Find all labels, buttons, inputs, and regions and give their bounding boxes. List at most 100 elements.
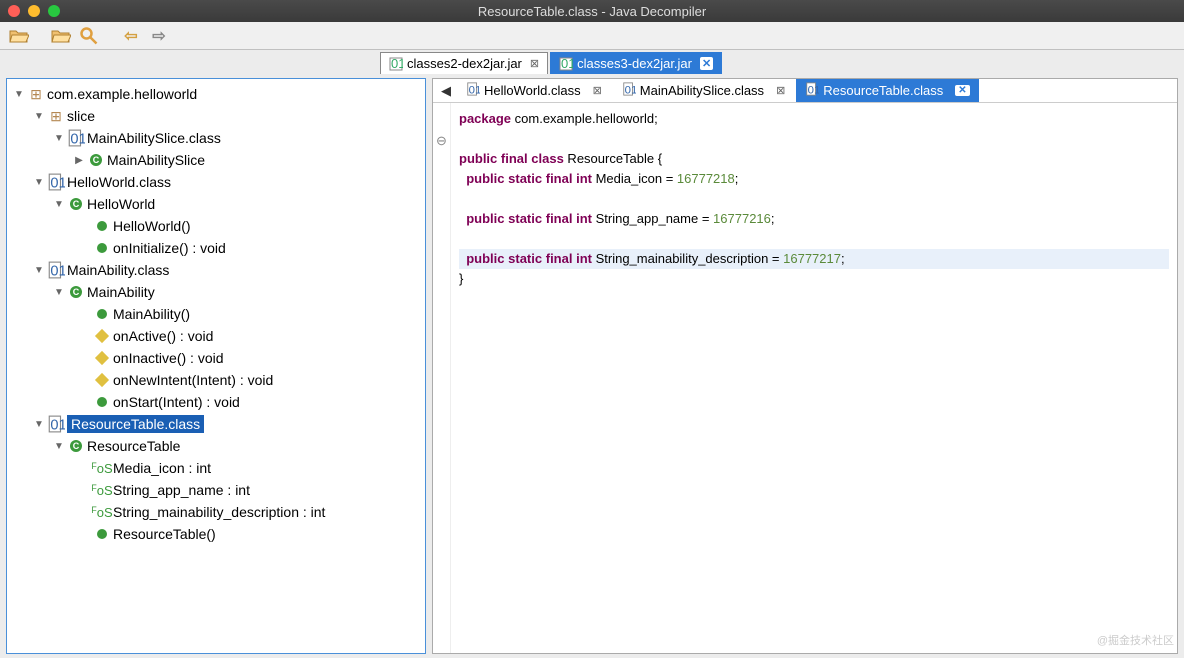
jar-tab-label: classes2-dex2jar.jar bbox=[407, 56, 522, 71]
code-line bbox=[459, 229, 1169, 249]
search-icon bbox=[79, 26, 99, 46]
class-file-icon: 010 bbox=[67, 129, 85, 147]
jar-icon: 010 bbox=[559, 57, 573, 71]
window-title: ResourceTable.class - Java Decompiler bbox=[0, 4, 1184, 19]
svg-text:010: 010 bbox=[391, 57, 403, 71]
constructor-icon bbox=[93, 309, 111, 319]
code-line-highlighted: public static final int String_mainabili… bbox=[459, 249, 1169, 269]
outline-tree[interactable]: ▼com.example.helloworld ▼slice ▼ 010 MainA… bbox=[6, 78, 426, 654]
svg-text:010: 010 bbox=[50, 264, 65, 279]
class-file-icon: 010 bbox=[47, 173, 65, 191]
disclosure-icon[interactable]: ▼ bbox=[33, 265, 45, 276]
svg-text:010: 010 bbox=[469, 84, 480, 96]
disclosure-icon[interactable]: ▶ bbox=[73, 155, 85, 166]
toolbar: ⇦ ⇨ bbox=[0, 22, 1184, 50]
editor-tab-label: ResourceTable.class bbox=[823, 83, 943, 98]
code-area[interactable]: ⊖ package com.example.helloworld; public… bbox=[433, 103, 1177, 653]
tree-method[interactable]: onStart(Intent) : void bbox=[9, 391, 423, 413]
tree-class[interactable]: ▼CResourceTable bbox=[9, 435, 423, 457]
arrow-right-icon: ⇨ bbox=[152, 26, 165, 46]
constructor-icon bbox=[93, 529, 111, 539]
fold-toggle-icon[interactable]: ⊖ bbox=[433, 133, 450, 149]
close-tab-icon[interactable]: ⊠ bbox=[776, 84, 785, 97]
editor-tab-mainabilityslice[interactable]: 010 MainAbilitySlice.class ⊠ bbox=[613, 79, 794, 102]
svg-text:010: 010 bbox=[808, 84, 819, 96]
method-protected-icon bbox=[93, 375, 111, 385]
svg-text:010: 010 bbox=[50, 418, 65, 433]
disclosure-icon[interactable]: ▼ bbox=[53, 199, 65, 210]
tree-field[interactable]: FoSString_mainability_description : int bbox=[9, 501, 423, 523]
package-icon bbox=[27, 86, 45, 103]
open-type-button[interactable] bbox=[50, 26, 72, 46]
tree-package-slice[interactable]: ▼slice bbox=[9, 105, 423, 127]
class-file-icon: 010 bbox=[47, 415, 65, 433]
tree-class-file[interactable]: ▼010MainAbility.class bbox=[9, 259, 423, 281]
code-content[interactable]: package com.example.helloworld; public f… bbox=[451, 103, 1177, 653]
tree-field[interactable]: FoSMedia_icon : int bbox=[9, 457, 423, 479]
editor-tab-resourcetable[interactable]: 010 ResourceTable.class ✕ bbox=[796, 79, 978, 102]
method-protected-icon bbox=[93, 331, 111, 341]
class-icon: C bbox=[67, 198, 85, 210]
search-button[interactable] bbox=[78, 26, 100, 46]
nav-back-button[interactable]: ⇦ bbox=[120, 26, 142, 46]
disclosure-icon[interactable]: ▼ bbox=[13, 89, 25, 100]
jar-tab-classes2[interactable]: 010 classes2-dex2jar.jar ⊠ bbox=[380, 52, 548, 74]
open-file-button[interactable] bbox=[8, 26, 30, 46]
tree-method[interactable]: onInitialize() : void bbox=[9, 237, 423, 259]
disclosure-icon[interactable]: ▼ bbox=[33, 419, 45, 430]
tree-class[interactable]: ▼CMainAbility bbox=[9, 281, 423, 303]
svg-text:010: 010 bbox=[561, 57, 573, 71]
folder-browse-icon bbox=[51, 28, 71, 44]
tree-method[interactable]: onActive() : void bbox=[9, 325, 423, 347]
watermark: @掘金技术社区 bbox=[1097, 632, 1174, 648]
nav-forward-button[interactable]: ⇨ bbox=[148, 26, 170, 46]
tree-method[interactable]: ResourceTable() bbox=[9, 523, 423, 545]
method-icon bbox=[93, 243, 111, 253]
tree-method[interactable]: onInactive() : void bbox=[9, 347, 423, 369]
editor-panel: ◀ 010 HelloWorld.class ⊠ 010 MainAbility… bbox=[432, 78, 1178, 654]
close-tab-icon[interactable]: ⊠ bbox=[593, 84, 602, 97]
svg-text:010: 010 bbox=[50, 176, 65, 191]
svg-text:010: 010 bbox=[70, 132, 85, 147]
arrow-left-icon: ⇦ bbox=[124, 26, 137, 46]
editor-tab-helloworld[interactable]: 010 HelloWorld.class ⊠ bbox=[457, 79, 611, 102]
disclosure-icon[interactable]: ▼ bbox=[33, 111, 45, 122]
tree-class-file[interactable]: ▼010HelloWorld.class bbox=[9, 171, 423, 193]
tree-class[interactable]: ▶CMainAbilitySlice bbox=[9, 149, 423, 171]
tree-class-file[interactable]: ▼010MainAbilitySlice.class bbox=[9, 127, 423, 149]
disclosure-icon[interactable]: ▼ bbox=[33, 177, 45, 188]
class-file-icon: 010 bbox=[622, 82, 636, 99]
tree-method[interactable]: MainAbility() bbox=[9, 303, 423, 325]
jar-icon: 010 bbox=[389, 57, 403, 71]
fold-gutter[interactable]: ⊖ bbox=[433, 103, 451, 653]
class-icon: C bbox=[67, 440, 85, 452]
disclosure-icon[interactable]: ▼ bbox=[53, 133, 65, 144]
tree-class[interactable]: ▼CHelloWorld bbox=[9, 193, 423, 215]
tree-field[interactable]: FoSString_app_name : int bbox=[9, 479, 423, 501]
class-file-icon: 010 bbox=[47, 261, 65, 279]
disclosure-icon[interactable]: ▼ bbox=[53, 441, 65, 452]
code-line: public static final int Media_icon = 167… bbox=[459, 169, 1169, 189]
svg-text:010: 010 bbox=[624, 84, 635, 96]
code-line: package com.example.helloworld; bbox=[459, 109, 1169, 129]
constructor-icon bbox=[93, 221, 111, 231]
jar-tabs-row: 010 classes2-dex2jar.jar ⊠ 010 classes3-… bbox=[0, 50, 1184, 74]
title-bar: ResourceTable.class - Java Decompiler bbox=[0, 0, 1184, 22]
close-tab-icon[interactable]: ⊠ bbox=[530, 57, 539, 70]
field-static-final-icon: FoS bbox=[93, 505, 111, 520]
close-tab-icon[interactable]: ✕ bbox=[955, 85, 969, 96]
jar-tab-classes3[interactable]: 010 classes3-dex2jar.jar ✕ bbox=[550, 52, 722, 74]
tree-method[interactable]: HelloWorld() bbox=[9, 215, 423, 237]
tree-class-file-selected[interactable]: ▼010ResourceTable.class bbox=[9, 413, 423, 435]
open-folder-icon bbox=[9, 28, 29, 44]
package-icon bbox=[47, 108, 65, 125]
method-protected-icon bbox=[93, 353, 111, 363]
editor-nav-back[interactable]: ◀ bbox=[437, 83, 455, 99]
disclosure-icon[interactable]: ▼ bbox=[53, 287, 65, 298]
jar-tab-label: classes3-dex2jar.jar bbox=[577, 56, 692, 71]
tree-method[interactable]: onNewIntent(Intent) : void bbox=[9, 369, 423, 391]
close-tab-icon[interactable]: ✕ bbox=[700, 57, 713, 70]
code-line bbox=[459, 129, 1169, 149]
editor-tab-label: MainAbilitySlice.class bbox=[640, 83, 764, 98]
tree-package-root[interactable]: ▼com.example.helloworld bbox=[9, 83, 423, 105]
